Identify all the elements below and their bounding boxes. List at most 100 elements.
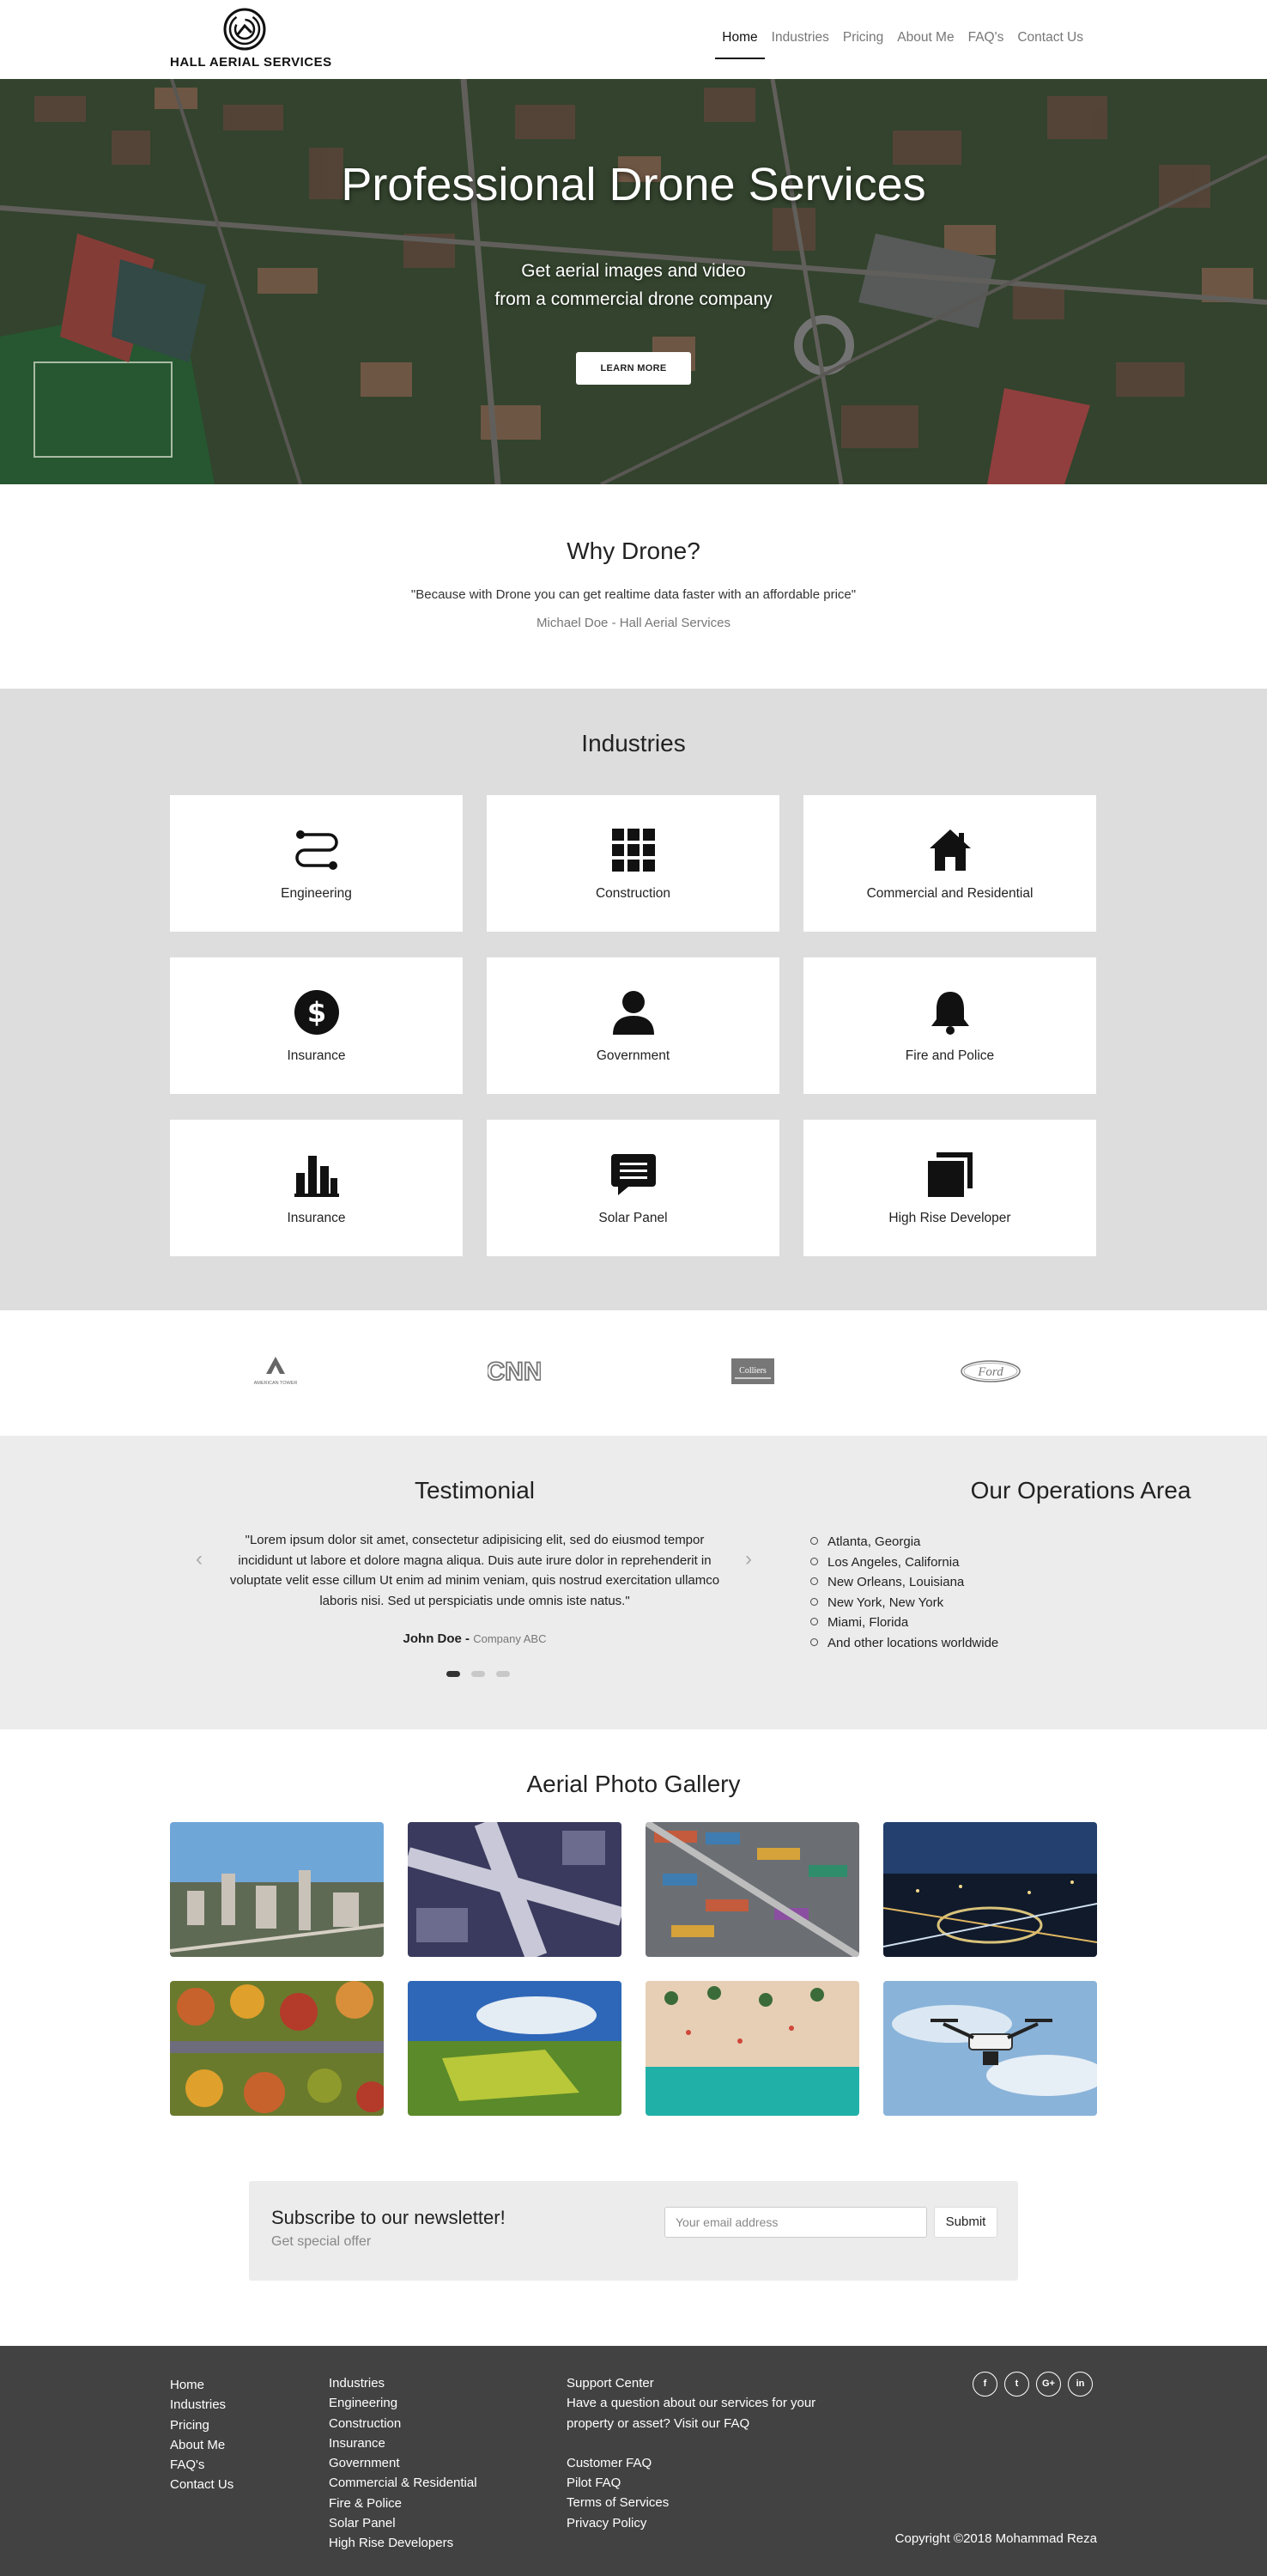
- industry-card-government[interactable]: Government: [487, 957, 779, 1094]
- person-icon: [612, 991, 654, 1035]
- svg-text:Colliers: Colliers: [739, 1366, 767, 1376]
- testimonial-prev-button[interactable]: ‹: [196, 1547, 203, 1571]
- footer-link-home[interactable]: Home: [170, 2375, 233, 2395]
- gallery-photo-night-city[interactable]: [883, 1822, 1097, 1957]
- footer-support-link[interactable]: Privacy Policy: [567, 2513, 815, 2533]
- gallery-photo-containers[interactable]: [646, 1822, 859, 1957]
- footer-industry-link[interactable]: Insurance: [329, 2433, 477, 2453]
- gallery-photo-green-fields[interactable]: [408, 1981, 621, 2116]
- industry-card-solar-panel[interactable]: Solar Panel: [487, 1120, 779, 1256]
- industry-label: Government: [596, 1048, 670, 1063]
- footer-industry-link[interactable]: Engineering: [329, 2393, 477, 2413]
- footer-industry-link[interactable]: Solar Panel: [329, 2513, 477, 2533]
- brand-name: HALL AERIAL SERVICES: [170, 55, 332, 70]
- carousel-dot[interactable]: [446, 1671, 460, 1677]
- svg-text:CNN: CNN: [488, 1358, 541, 1386]
- newsletter-subtitle: Get special offer: [271, 2234, 372, 2249]
- footer-support-link[interactable]: Customer FAQ: [567, 2453, 815, 2473]
- nav-faqs[interactable]: FAQ's: [961, 26, 1011, 59]
- footer-link-contact-us[interactable]: Contact Us: [170, 2475, 233, 2494]
- industries-title: Industries: [581, 730, 686, 756]
- gallery-title: Aerial Photo Gallery: [526, 1771, 741, 1797]
- submit-button[interactable]: Submit: [934, 2207, 997, 2238]
- testimonial-company: Company ABC: [473, 1632, 547, 1645]
- footer-industry-link[interactable]: Construction: [329, 2414, 477, 2433]
- footer-link-faqs[interactable]: FAQ's: [170, 2455, 233, 2475]
- colliers-logo: Colliers: [730, 1353, 776, 1392]
- footer-industry-link[interactable]: Government: [329, 2453, 477, 2473]
- dollar-icon: $: [294, 990, 339, 1035]
- gallery-photo-city-skyline[interactable]: [170, 1822, 384, 1957]
- client-logos-strip: AMERICAN TOWER CNN Colliers Ford: [0, 1310, 1267, 1436]
- newsletter-box: Subscribe to our newsletter! Get special…: [249, 2181, 1018, 2281]
- gallery-grid: [170, 1822, 1097, 2116]
- grid-icon: [611, 829, 655, 872]
- newsletter-title: Subscribe to our newsletter!: [271, 2207, 506, 2228]
- footer-link-about-me[interactable]: About Me: [170, 2435, 233, 2455]
- twitter-icon[interactable]: t: [1004, 2372, 1029, 2397]
- nav-home[interactable]: Home: [715, 26, 765, 59]
- carousel-dot[interactable]: [471, 1671, 485, 1677]
- email-field[interactable]: [664, 2207, 927, 2238]
- why-title: Why Drone?: [567, 538, 700, 564]
- footer-link-pricing[interactable]: Pricing: [170, 2415, 233, 2435]
- footer-support-link[interactable]: Pilot FAQ: [567, 2473, 815, 2493]
- industry-card-construction[interactable]: Construction: [487, 795, 779, 932]
- industry-card-insurance[interactable]: $ Insurance: [170, 957, 463, 1094]
- industry-card-insurance-2[interactable]: Insurance: [170, 1120, 463, 1256]
- gallery-photo-beach[interactable]: [646, 1981, 859, 2116]
- house-icon: [929, 829, 971, 871]
- footer-support-title: Support Center: [567, 2376, 654, 2391]
- hero-subtitle-line2: from a commercial drone company: [494, 289, 773, 309]
- footer-support-link[interactable]: Terms of Services: [567, 2493, 815, 2512]
- industry-card-high-rise-developer[interactable]: High Rise Developer: [803, 1120, 1096, 1256]
- nav-contact-us[interactable]: Contact Us: [1010, 26, 1090, 59]
- carousel-dot[interactable]: [496, 1671, 510, 1677]
- hero-subtitle-line1: Get aerial images and video: [521, 261, 746, 281]
- stack-icon: [927, 1152, 973, 1197]
- nav-about-me[interactable]: About Me: [890, 26, 961, 59]
- nav-pricing[interactable]: Pricing: [836, 26, 890, 59]
- facebook-icon[interactable]: f: [973, 2372, 997, 2397]
- gallery-photo-autumn-forest[interactable]: [170, 1981, 384, 2116]
- why-author: Michael Doe - Hall Aerial Services: [537, 616, 730, 630]
- industry-card-fire-police[interactable]: Fire and Police: [803, 957, 1096, 1094]
- footer-support: Support Center Have a question about our…: [567, 2373, 815, 2533]
- industry-label: Commercial and Residential: [866, 886, 1034, 901]
- copyright: Copyright ©2018 Mohammad Reza: [894, 2531, 1097, 2546]
- operations-title: Our Operations Area: [970, 1477, 1191, 1504]
- industry-card-engineering[interactable]: Engineering: [170, 795, 463, 932]
- main-menu: Home Industries Pricing About Me FAQ's C…: [715, 26, 1090, 59]
- footer-support-text: Have a question about our services for y…: [567, 2396, 816, 2411]
- footer: Home Industries Pricing About Me FAQ's C…: [0, 2346, 1267, 2576]
- why-quote: "Because with Drone you can get realtime…: [410, 587, 857, 602]
- testimonial-next-button[interactable]: ›: [745, 1547, 752, 1571]
- industry-card-commercial-residential[interactable]: Commercial and Residential: [803, 795, 1096, 932]
- footer-support-text: property or asset? Visit our FAQ: [567, 2415, 750, 2431]
- footer-industry-link[interactable]: Commercial & Residential: [329, 2473, 477, 2493]
- footer-industry-link[interactable]: Fire & Police: [329, 2494, 477, 2513]
- linkedin-icon[interactable]: in: [1068, 2372, 1093, 2397]
- social-links: f t G+ in: [973, 2372, 1093, 2397]
- google-plus-icon[interactable]: G+: [1036, 2372, 1061, 2397]
- footer-link-industries[interactable]: Industries: [170, 2395, 233, 2415]
- brand-logo[interactable]: HALL AERIAL SERVICES: [170, 7, 332, 72]
- testimonial-title: Testimonial: [414, 1477, 536, 1504]
- testimonial-author: John Doe - Company ABC: [199, 1631, 750, 1646]
- ford-logo: Ford: [960, 1353, 1021, 1392]
- hero-subtitle: Get aerial images and video from a commer…: [0, 257, 1267, 313]
- footer-industry-link[interactable]: High Rise Developers: [329, 2533, 477, 2553]
- testimonial-quote: "Lorem ipsum dolor sit amet, consectetur…: [229, 1533, 720, 1608]
- nav-industries[interactable]: Industries: [765, 26, 836, 59]
- footer-industries: Industries Engineering Construction Insu…: [329, 2373, 477, 2554]
- gallery-photo-intersection[interactable]: [408, 1822, 621, 1957]
- operations-list: Atlanta, Georgia Los Angeles, California…: [810, 1532, 998, 1653]
- top-navbar: HALL AERIAL SERVICES Home Industries Pri…: [0, 0, 1267, 79]
- svg-text:AMERICAN TOWER: AMERICAN TOWER: [254, 1381, 298, 1386]
- list-item: And other locations worldwide: [810, 1633, 998, 1654]
- gallery-photo-drone[interactable]: [883, 1981, 1097, 2116]
- bell-icon: [931, 992, 969, 1035]
- learn-more-button[interactable]: LEARN MORE: [576, 352, 691, 385]
- list-item: Atlanta, Georgia: [810, 1532, 998, 1552]
- gallery-section: Aerial Photo Gallery: [0, 1729, 1267, 2167]
